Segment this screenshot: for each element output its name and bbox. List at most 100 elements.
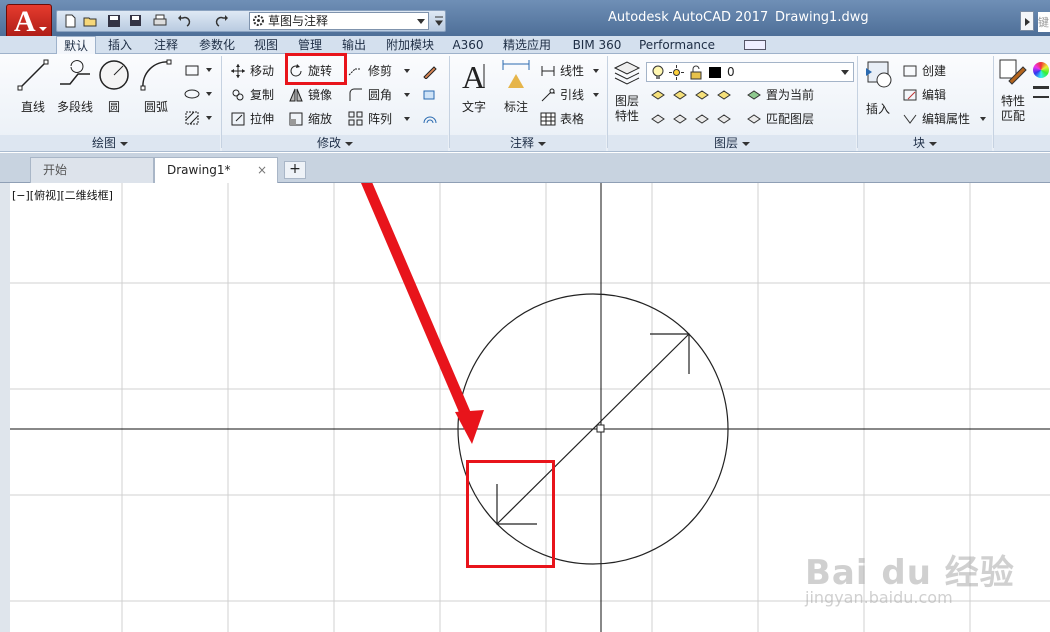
polyline-tool[interactable]: 多段线 bbox=[54, 58, 96, 115]
layer-select[interactable]: 0 bbox=[646, 62, 854, 82]
chevron-right-icon bbox=[1025, 18, 1030, 26]
chevron-down-icon bbox=[417, 19, 425, 24]
ellipse-icon bbox=[184, 89, 200, 99]
match-properties-tool[interactable]: 特性 匹配 bbox=[996, 58, 1030, 124]
layer-tool-icons-row2[interactable] bbox=[650, 111, 740, 127]
hatch-tool[interactable] bbox=[184, 108, 214, 128]
set-current-icon bbox=[747, 90, 761, 100]
line-tool[interactable]: 直线 bbox=[14, 58, 52, 115]
tab-performance[interactable]: Performance bbox=[636, 36, 718, 54]
add-tab-button[interactable]: + bbox=[284, 161, 306, 179]
table-tool[interactable]: 表格 bbox=[540, 109, 602, 129]
rectangle-tool[interactable] bbox=[184, 60, 214, 80]
edit-attribute-icon bbox=[903, 114, 917, 124]
layer-properties-label: 图层 特性 bbox=[614, 94, 639, 123]
print-icon[interactable] bbox=[153, 14, 167, 28]
leader-tool[interactable]: 引线 bbox=[540, 85, 602, 105]
match-layer-tool[interactable]: 匹配图层 bbox=[746, 109, 846, 129]
ribbon-minimize-icon[interactable] bbox=[744, 40, 766, 50]
set-current-layer-tool[interactable]: 置为当前 bbox=[746, 85, 846, 105]
close-icon[interactable]: × bbox=[257, 158, 267, 182]
layer-properties-tool[interactable]: 图层 特性 bbox=[610, 58, 644, 124]
tab-a360[interactable]: A360 bbox=[448, 36, 488, 54]
open-folder-icon[interactable] bbox=[83, 14, 97, 28]
annotation-panel-title[interactable]: 注释 bbox=[450, 135, 606, 151]
linear-dim-tool[interactable]: 线性 bbox=[540, 61, 602, 81]
draw-panel-title[interactable]: 绘图 bbox=[0, 135, 220, 151]
watermark-logo: Bai du 经验 bbox=[805, 553, 1015, 593]
trim-icon bbox=[348, 68, 361, 76]
color-wheel-icon[interactable] bbox=[1033, 62, 1049, 78]
new-file-icon[interactable] bbox=[63, 14, 77, 28]
layer-panel-title[interactable]: 图层 bbox=[608, 135, 856, 151]
tab-start[interactable]: 开始 bbox=[30, 157, 154, 183]
mirror-tool[interactable]: 镜像 bbox=[288, 85, 342, 105]
erase-tool[interactable] bbox=[422, 61, 442, 81]
app-title: Autodesk AutoCAD 2017 bbox=[608, 10, 769, 25]
explode-tool[interactable] bbox=[422, 85, 442, 105]
circle-tool[interactable]: 圆 bbox=[96, 58, 132, 115]
chevron-down-icon bbox=[841, 70, 849, 75]
stretch-tool[interactable]: 拉伸 bbox=[230, 109, 280, 129]
workspace-label: 草图与注释 bbox=[268, 14, 329, 28]
layer-tool-icons-row1[interactable] bbox=[650, 87, 740, 103]
create-block-tool[interactable]: 创建 bbox=[902, 61, 972, 81]
insert-block-icon bbox=[866, 61, 892, 88]
undo-icon[interactable] bbox=[177, 14, 191, 28]
modify-panel-title[interactable]: 修改 bbox=[222, 135, 448, 151]
dimension-tool[interactable]: 标注 bbox=[498, 58, 534, 115]
tab-addins[interactable]: 附加模块 bbox=[378, 36, 442, 54]
bulb-icon bbox=[652, 65, 664, 79]
move-tool[interactable]: 移动 bbox=[230, 61, 280, 81]
rectangle-icon bbox=[185, 65, 199, 76]
tab-insert[interactable]: 插入 bbox=[102, 36, 138, 54]
text-label: 文字 bbox=[461, 100, 486, 114]
workspace-select[interactable]: 草图与注释 bbox=[249, 12, 429, 30]
edit-attribute-tool[interactable]: 编辑属性 bbox=[902, 109, 988, 129]
properties-panel-title[interactable] bbox=[994, 135, 1050, 151]
scale-tool[interactable]: 缩放 bbox=[288, 109, 342, 129]
tab-output[interactable]: 输出 bbox=[336, 36, 372, 54]
fillet-tool[interactable]: 圆角 bbox=[348, 85, 414, 105]
document-tab-bar: 开始 Drawing1* × + bbox=[0, 153, 1050, 183]
customize-qat-icon[interactable] bbox=[433, 13, 445, 29]
tab-featured-apps[interactable]: 精选应用 bbox=[496, 36, 558, 54]
dimension-label: 标注 bbox=[503, 100, 528, 114]
tab-view[interactable]: 视图 bbox=[248, 36, 284, 54]
arc-tool[interactable]: 圆弧 bbox=[138, 58, 174, 115]
unlock-icon bbox=[690, 65, 702, 80]
target-highlight-box bbox=[466, 460, 555, 568]
tab-default[interactable]: 默认 bbox=[56, 36, 96, 55]
line-icon bbox=[17, 59, 49, 91]
trim-tool[interactable]: 修剪 bbox=[348, 61, 414, 81]
lineweight-icon[interactable] bbox=[1033, 86, 1049, 89]
tab-bim360[interactable]: BIM 360 bbox=[564, 36, 630, 54]
insert-label: 插入 bbox=[865, 102, 890, 116]
offset-icon bbox=[423, 116, 437, 124]
search-input[interactable]: 键 bbox=[1038, 12, 1050, 32]
line-label: 直线 bbox=[20, 100, 45, 114]
create-block-icon bbox=[903, 65, 917, 77]
tab-annotate[interactable]: 注释 bbox=[146, 36, 186, 54]
edit-block-tool[interactable]: 编辑 bbox=[902, 85, 972, 105]
tab-parametric[interactable]: 参数化 bbox=[192, 36, 242, 54]
save-icon[interactable] bbox=[107, 14, 121, 28]
insert-block-tool[interactable]: 插入 bbox=[860, 58, 896, 117]
title-bar: A 草图与注释 Autodesk AutoCAD 2017 Drawing1.d… bbox=[0, 0, 1050, 44]
redo-icon[interactable] bbox=[215, 14, 229, 28]
text-tool[interactable]: A 文字 bbox=[456, 58, 492, 115]
save-as-icon[interactable] bbox=[129, 14, 143, 28]
table-icon bbox=[540, 112, 556, 126]
offset-tool[interactable] bbox=[422, 109, 442, 129]
search-expand-button[interactable] bbox=[1020, 11, 1034, 31]
copy-tool[interactable]: 复制 bbox=[230, 85, 280, 105]
circle-icon bbox=[99, 60, 129, 90]
rotate-highlight-box bbox=[285, 53, 347, 85]
crosshair-pickbox bbox=[596, 424, 605, 433]
block-panel-title[interactable]: 块 bbox=[858, 135, 992, 151]
ellipse-tool[interactable] bbox=[184, 84, 214, 104]
tab-drawing1[interactable]: Drawing1* × bbox=[154, 157, 278, 183]
tab-manage[interactable]: 管理 bbox=[290, 36, 330, 54]
array-tool[interactable]: 阵列 bbox=[348, 109, 414, 129]
sun-icon bbox=[669, 65, 684, 80]
